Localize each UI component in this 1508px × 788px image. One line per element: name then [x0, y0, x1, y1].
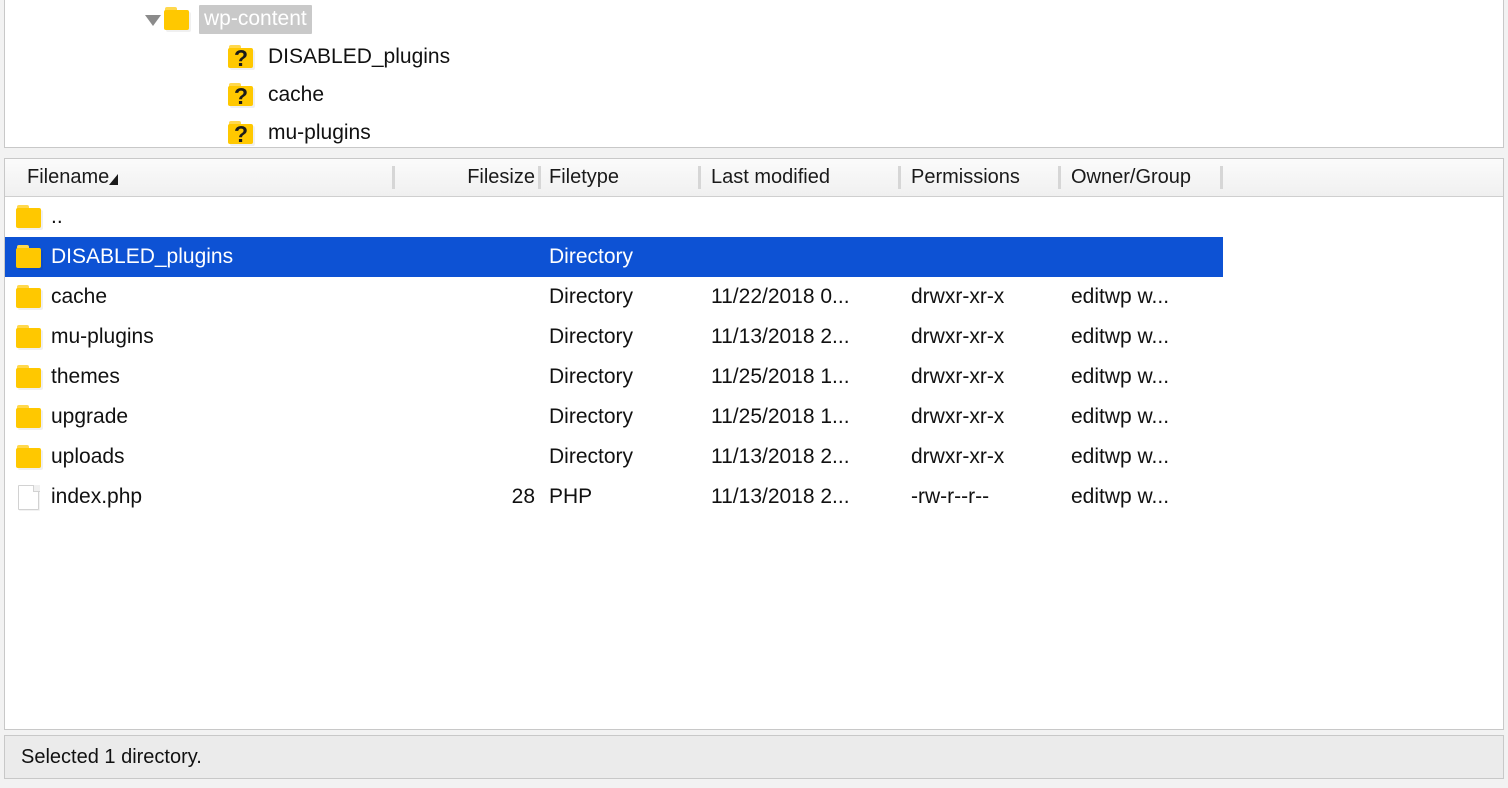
filename-label: DISABLED_plugins: [51, 246, 233, 269]
cell-permissions: -rw-r--r--: [911, 477, 989, 517]
table-row[interactable]: themes Directory 11/25/2018 1... drwxr-xr-x…: [5, 357, 1503, 397]
table-row[interactable]: index.php28PHP11/13/2018 2...-rw-r--r--e…: [5, 477, 1503, 517]
folder-icon: [15, 205, 43, 229]
table-row[interactable]: upgrade Directory 11/25/2018 1... drwxr-xr-…: [5, 397, 1503, 437]
column-header-label: Owner/Group: [1071, 166, 1191, 188]
cell-lastmod: 11/13/2018 2...: [711, 477, 850, 517]
directory-tree-list: wp-content? DISABLED_plugins? cache? mu-plu…: [5, 0, 1503, 148]
tree-item-label: wp-content: [199, 5, 312, 34]
file-list-header[interactable]: FilenameFilesizeFiletypeLast modifiedPer…: [5, 159, 1503, 197]
filename-label: themes: [51, 366, 120, 389]
tree-item[interactable]: wp-content: [5, 0, 1503, 38]
tree-twisty-placeholder: [205, 46, 227, 68]
filename-label: upgrade: [51, 406, 128, 429]
file-list-panel[interactable]: FilenameFilesizeFiletypeLast modifiedPer…: [4, 158, 1504, 730]
filename-label: ..: [51, 206, 63, 229]
folder-icon: [15, 245, 43, 269]
tree-item[interactable]: ? mu-plugins: [5, 114, 1503, 148]
column-resize-handle[interactable]: [1220, 166, 1223, 189]
cell-ownergroup: editwp w...: [1071, 357, 1169, 397]
column-header-lastmod[interactable]: Last modified: [711, 159, 830, 196]
folder-question-icon: ?: [227, 121, 255, 145]
cell-permissions: drwxr-xr-x: [911, 397, 1004, 437]
column-resize-handle[interactable]: [898, 166, 901, 189]
cell-filename: upgrade: [15, 397, 128, 437]
cell-filename: mu-plugins: [15, 317, 154, 357]
file-list-rows: .. DISABLED_plugins Directory cache Director…: [5, 197, 1503, 517]
cell-filetype: Directory: [549, 317, 633, 357]
folder-icon: [15, 285, 43, 309]
cell-filetype: Directory: [549, 237, 633, 277]
table-row[interactable]: uploads Directory 11/13/2018 2... drwxr-xr-…: [5, 437, 1503, 477]
cell-lastmod: 11/13/2018 2...: [711, 437, 850, 477]
table-row[interactable]: ..: [5, 197, 1503, 237]
tree-twisty-placeholder: [205, 84, 227, 106]
cell-ownergroup: editwp w...: [1071, 277, 1169, 317]
cell-filename: uploads: [15, 437, 125, 477]
folder-icon: [15, 325, 43, 349]
cell-ownergroup: editwp w...: [1071, 437, 1169, 477]
directory-tree-panel[interactable]: wp-content? DISABLED_plugins? cache? mu-plu…: [4, 0, 1504, 148]
column-header-label: Filesize: [467, 166, 535, 188]
folder-question-icon: ?: [227, 83, 255, 107]
filename-label: cache: [51, 286, 107, 309]
cell-ownergroup: editwp w...: [1071, 477, 1169, 517]
cell-filesize: 28: [5, 477, 535, 517]
cell-ownergroup: editwp w...: [1071, 317, 1169, 357]
table-row[interactable]: cache Directory 11/22/2018 0... drwxr-xr-x e…: [5, 277, 1503, 317]
folder-icon: [15, 445, 43, 469]
folder-icon: [15, 365, 43, 389]
status-bar-message: Selected 1 directory.: [5, 746, 202, 769]
cell-lastmod: 11/25/2018 1...: [711, 397, 850, 437]
table-row[interactable]: DISABLED_plugins Directory: [5, 237, 1503, 277]
column-resize-handle[interactable]: [1058, 166, 1061, 189]
cell-permissions: drwxr-xr-x: [911, 437, 1004, 477]
tree-twisty-placeholder: [205, 122, 227, 144]
cell-filetype: Directory: [549, 397, 633, 437]
cell-filename: ..: [15, 197, 63, 237]
cell-lastmod: 11/25/2018 1...: [711, 357, 850, 397]
folder-icon: [163, 7, 191, 31]
tree-item[interactable]: ? cache: [5, 76, 1503, 114]
cell-filename: DISABLED_plugins: [15, 237, 233, 277]
column-header-filetype[interactable]: Filetype: [549, 159, 619, 196]
tree-item-label: DISABLED_plugins: [263, 43, 455, 72]
filename-label: uploads: [51, 446, 125, 469]
tree-item[interactable]: ? DISABLED_plugins: [5, 38, 1503, 76]
cell-filetype: PHP: [549, 477, 592, 517]
column-resize-handle[interactable]: [698, 166, 701, 189]
cell-filetype: Directory: [549, 277, 633, 317]
cell-filename: themes: [15, 357, 120, 397]
folder-icon: [15, 405, 43, 429]
column-header-permissions[interactable]: Permissions: [911, 159, 1020, 196]
column-header-label: Filetype: [549, 166, 619, 188]
tree-item-label: mu-plugins: [263, 119, 376, 148]
cell-filetype: Directory: [549, 437, 633, 477]
column-resize-handle[interactable]: [538, 166, 541, 189]
cell-lastmod: 11/22/2018 0...: [711, 277, 850, 317]
chevron-down-icon[interactable]: [141, 8, 163, 30]
column-header-filesize[interactable]: Filesize: [5, 159, 535, 196]
cell-filename: cache: [15, 277, 107, 317]
table-row[interactable]: mu-plugins Directory 11/13/2018 2... drwxr-…: [5, 317, 1503, 357]
tree-item-label: cache: [263, 81, 329, 110]
folder-question-icon: ?: [227, 45, 255, 69]
column-header-label: Permissions: [911, 166, 1020, 188]
cell-permissions: drwxr-xr-x: [911, 357, 1004, 397]
column-header-label: Last modified: [711, 166, 830, 188]
filezilla-file-browser: wp-content? DISABLED_plugins? cache? mu-plu…: [0, 0, 1508, 788]
column-header-ownergroup[interactable]: Owner/Group: [1071, 159, 1191, 196]
cell-ownergroup: editwp w...: [1071, 397, 1169, 437]
cell-lastmod: 11/13/2018 2...: [711, 317, 850, 357]
status-bar: Selected 1 directory.: [4, 735, 1504, 779]
filename-label: mu-plugins: [51, 326, 154, 349]
cell-permissions: drwxr-xr-x: [911, 317, 1004, 357]
cell-permissions: drwxr-xr-x: [911, 277, 1004, 317]
cell-filetype: Directory: [549, 357, 633, 397]
